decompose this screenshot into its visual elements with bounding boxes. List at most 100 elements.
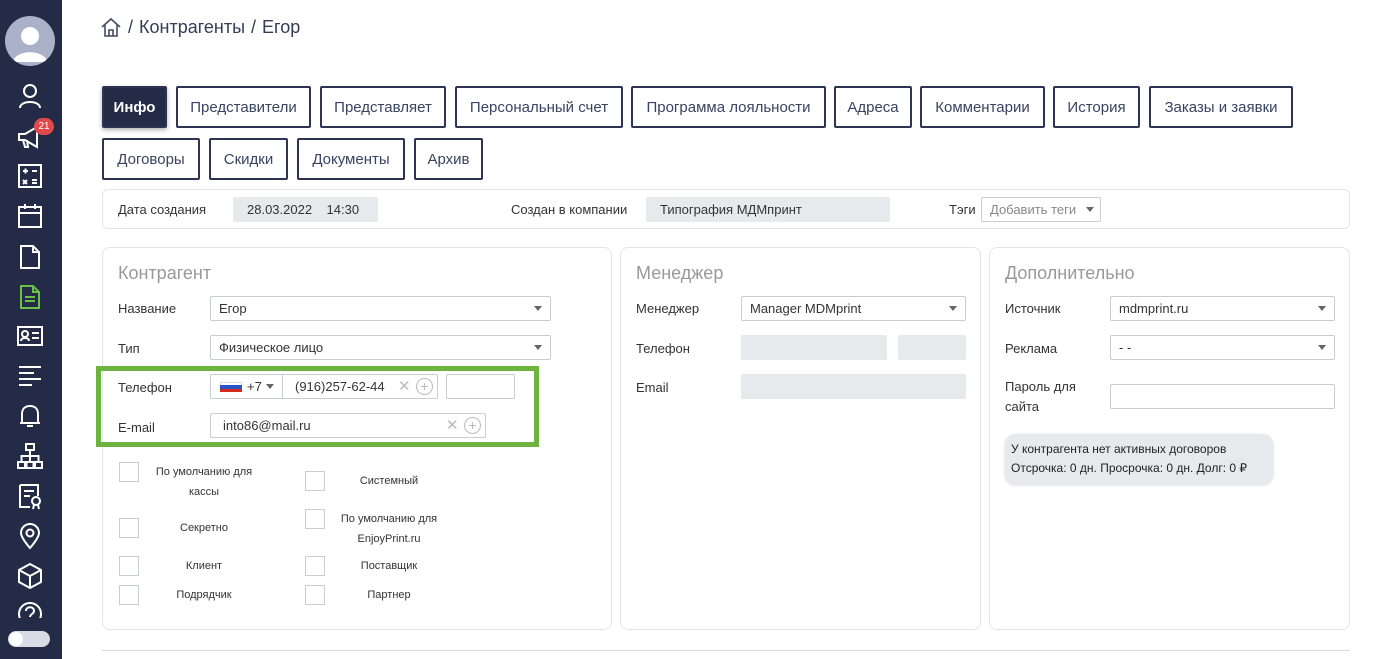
help-icon[interactable] — [15, 600, 45, 618]
supplier-checkbox[interactable] — [305, 556, 325, 576]
secret-label: Секретно — [180, 522, 228, 534]
name-label: Название — [118, 301, 177, 316]
chevron-down-icon — [1318, 306, 1326, 311]
source-select[interactable]: mdmprint.ru — [1110, 296, 1335, 321]
ads-label: Реклама — [1005, 341, 1058, 356]
tab-addresses[interactable]: Адреса — [834, 86, 912, 128]
notice-contracts: У контрагента нет активных договоров — [1011, 442, 1227, 456]
toggle-knob — [9, 632, 23, 646]
manager-phone-label: Телефон — [636, 341, 690, 356]
contractor-checkbox[interactable] — [119, 585, 139, 605]
system-label: Системный — [359, 475, 419, 487]
type-label: Тип — [118, 341, 140, 356]
creation-date-value: 28.03.2022 14:30 — [233, 197, 378, 222]
notice-debt: Отсрочка: 0 дн. Просрочка: 0 дн. Долг: 0… — [1011, 461, 1248, 475]
tags-placeholder: Добавить теги — [990, 202, 1077, 217]
tab-orders[interactable]: Заказы и заявки — [1149, 86, 1293, 128]
default-enjoyprint-label: По умолчанию для EnjoyPrint.ru — [340, 513, 438, 545]
sidebar: 21 — [0, 0, 62, 659]
tags-select[interactable]: Добавить теги — [981, 197, 1101, 222]
tab-comments[interactable]: Комментарии — [920, 86, 1045, 128]
home-icon[interactable] — [100, 16, 122, 38]
panel-title: Дополнительно — [1005, 263, 1135, 283]
active-document-icon[interactable] — [15, 282, 45, 312]
tab-documents[interactable]: Документы — [297, 138, 405, 180]
client-label: Клиент — [185, 560, 223, 572]
ads-value: - - — [1119, 340, 1132, 355]
contracts-notice: У контрагента нет активных договоров Отс… — [1005, 434, 1273, 484]
tab-info[interactable]: Инфо — [102, 86, 167, 128]
ads-select[interactable]: - - — [1110, 335, 1335, 360]
tab-history[interactable]: История — [1053, 86, 1140, 128]
site-password-input[interactable] — [1110, 384, 1335, 409]
supplier-label: Поставщик — [360, 560, 418, 572]
contact-highlight-frame — [96, 366, 539, 447]
default-cash-label: По умолчанию для кассы — [155, 466, 253, 498]
tab-archive[interactable]: Архив — [414, 138, 483, 180]
chevron-down-icon — [534, 306, 542, 311]
default-enjoyprint-checkbox[interactable] — [305, 509, 325, 529]
manager-label: Менеджер — [636, 301, 700, 316]
user-icon[interactable] — [15, 81, 45, 111]
manager-phone-value — [741, 335, 887, 360]
contractor-label: Подрядчик — [176, 589, 232, 601]
calculator-icon[interactable] — [15, 161, 45, 191]
company-label: Создан в компании — [511, 202, 628, 217]
type-value: Физическое лицо — [219, 340, 324, 355]
sitemap-icon[interactable] — [15, 441, 45, 471]
source-label: Источник — [1005, 301, 1061, 316]
certificate-icon[interactable] — [15, 481, 45, 511]
breadcrumb-current: Егор — [262, 16, 301, 37]
system-checkbox[interactable] — [305, 471, 325, 491]
theme-toggle[interactable] — [8, 631, 50, 647]
source-value: mdmprint.ru — [1119, 301, 1189, 316]
chevron-down-icon — [1086, 207, 1094, 212]
cube-icon[interactable] — [15, 561, 45, 591]
calendar-icon[interactable] — [15, 201, 45, 231]
tab-represents[interactable]: Представляет — [320, 86, 446, 128]
divider — [102, 650, 1350, 651]
manager-panel: Менеджер Менеджер Manager MDMprint Телеф… — [620, 247, 981, 630]
breadcrumb-separator: / — [128, 16, 134, 37]
client-checkbox[interactable] — [119, 556, 139, 576]
bell-icon[interactable] — [15, 401, 45, 431]
notification-badge: 21 — [34, 118, 54, 135]
list-icon[interactable] — [15, 361, 45, 391]
avatar[interactable] — [5, 16, 55, 66]
company-value: Типография МДМпринт — [646, 197, 890, 222]
breadcrumb-separator: / — [251, 16, 257, 37]
tab-loyalty-program[interactable]: Программа лояльности — [631, 86, 826, 128]
panel-title: Менеджер — [636, 263, 724, 283]
main-content: Инфо Представители Представляет Персонал… — [62, 57, 1386, 659]
chevron-down-icon — [1318, 345, 1326, 350]
name-select[interactable]: Егор — [210, 296, 551, 321]
secret-checkbox[interactable] — [119, 518, 139, 538]
breadcrumb-contragents[interactable]: Контрагенты — [139, 17, 245, 38]
top-bar: / Контрагенты / Егор — [62, 0, 1386, 57]
partner-checkbox[interactable] — [305, 585, 325, 605]
info-bar: Дата создания 28.03.2022 14:30 Создан в … — [102, 189, 1350, 229]
panel-title: Контрагент — [118, 263, 212, 283]
manager-email-label: Email — [636, 380, 669, 395]
id-card-icon[interactable] — [15, 321, 45, 351]
partner-label: Партнер — [367, 589, 411, 601]
tags-label: Тэги — [949, 202, 976, 217]
tab-representatives[interactable]: Представители — [176, 86, 311, 128]
breadcrumb: / Контрагенты / Егор — [100, 16, 300, 38]
name-value: Егор — [219, 301, 247, 316]
avatar-person-icon — [13, 27, 47, 62]
manager-email-value — [741, 374, 966, 399]
chevron-down-icon — [949, 306, 957, 311]
tab-discounts[interactable]: Скидки — [209, 138, 288, 180]
site-password-label: Пароль для сайта — [1005, 379, 1076, 414]
default-cash-checkbox[interactable] — [119, 462, 139, 482]
location-icon[interactable] — [15, 521, 45, 551]
chevron-down-icon — [534, 345, 542, 350]
manager-value: Manager MDMprint — [750, 301, 862, 316]
tab-contracts[interactable]: Договоры — [102, 138, 200, 180]
tab-personal-account[interactable]: Персональный счет — [455, 86, 623, 128]
manager-phone-extension — [898, 335, 966, 360]
document-icon[interactable] — [15, 242, 45, 272]
manager-select[interactable]: Manager MDMprint — [741, 296, 966, 321]
type-select[interactable]: Физическое лицо — [210, 335, 551, 360]
